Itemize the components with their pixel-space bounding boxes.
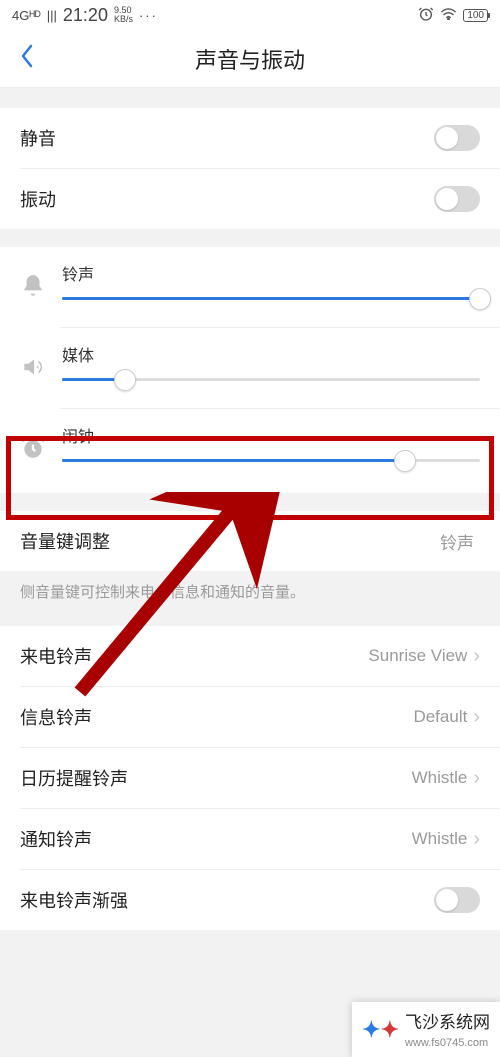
chevron-right-icon: › — [473, 706, 480, 729]
ascend-toggle[interactable] — [434, 887, 480, 913]
row-ascending-ringtone[interactable]: 来电铃声渐强 — [0, 870, 500, 930]
alarm-icon — [418, 6, 434, 25]
watermark-brand: 飞沙系统网 — [405, 1013, 490, 1032]
watermark-text: 飞沙系统网 www.fs0745.com — [405, 1008, 490, 1051]
volume-key-hint: 侧音量键可控制来电、信息和通知的音量。 — [0, 571, 500, 618]
page-title: 声音与振动 — [0, 43, 500, 75]
notify-label: 通知铃声 — [20, 826, 412, 852]
vibrate-toggle[interactable] — [434, 186, 480, 212]
status-bar: 4Gᴴᴰ ||| 21:20 9.50KB/s ··· 100 — [0, 0, 500, 30]
bell-icon — [14, 267, 52, 305]
watermark-url: www.fs0745.com — [405, 1037, 488, 1049]
section-ringtones: 来电铃声 Sunrise View › 信息铃声 Default › 日历提醒铃… — [0, 626, 500, 930]
header-bar: 声音与振动 — [0, 30, 500, 88]
slider-alarm-track[interactable] — [62, 459, 480, 462]
watermark: ✦✦ 飞沙系统网 www.fs0745.com — [352, 1002, 500, 1057]
calendar-label: 日历提醒铃声 — [20, 765, 412, 791]
slider-ring-fill — [62, 297, 480, 300]
incoming-value: Sunrise View — [368, 646, 467, 666]
slider-media-track[interactable] — [62, 378, 480, 381]
chevron-right-icon: › — [473, 767, 480, 790]
slider-ring-thumb[interactable] — [469, 288, 491, 310]
row-volume-key[interactable]: 音量键调整 铃声 — [0, 511, 500, 571]
back-button[interactable] — [12, 43, 42, 75]
slider-media: 媒体 — [0, 328, 500, 408]
watermark-logo-icon: ✦✦ — [362, 1017, 399, 1043]
speaker-icon — [14, 348, 52, 386]
message-value: Default — [413, 707, 467, 727]
volume-key-label: 音量键调整 — [20, 528, 440, 554]
slider-ring-track[interactable] — [62, 297, 480, 300]
signal-icon: ||| — [47, 8, 57, 23]
slider-alarm: 闹钟 — [0, 409, 500, 493]
row-incoming-ringtone[interactable]: 来电铃声 Sunrise View › — [0, 626, 500, 686]
chevron-right-icon: › — [473, 828, 480, 851]
message-label: 信息铃声 — [20, 704, 413, 730]
slider-alarm-label: 闹钟 — [62, 423, 480, 447]
slider-alarm-thumb[interactable] — [394, 450, 416, 472]
network-type: 4Gᴴᴰ — [12, 8, 41, 23]
section-volume-key: 音量键调整 铃声 — [0, 511, 500, 571]
wifi-icon — [440, 7, 457, 23]
status-right: 100 — [418, 6, 488, 25]
incoming-label: 来电铃声 — [20, 643, 368, 669]
slider-media-thumb[interactable] — [114, 369, 136, 391]
notify-value: Whistle — [412, 829, 468, 849]
chevron-right-icon: › — [473, 645, 480, 668]
section-toggles: 静音 振动 — [0, 108, 500, 229]
mute-label: 静音 — [20, 125, 434, 151]
more-dots: ··· — [139, 8, 158, 23]
slider-ring-label: 铃声 — [62, 261, 480, 285]
row-vibrate[interactable]: 振动 — [0, 169, 500, 229]
mute-toggle[interactable] — [434, 125, 480, 151]
slider-alarm-fill — [62, 459, 405, 462]
volume-key-value: 铃声 — [440, 529, 474, 554]
clock-icon — [14, 429, 52, 467]
row-calendar-ringtone[interactable]: 日历提醒铃声 Whistle › — [0, 748, 500, 808]
status-time: 21:20 — [63, 5, 108, 26]
status-left: 4Gᴴᴰ ||| 21:20 9.50KB/s ··· — [12, 5, 158, 26]
row-notify-ringtone[interactable]: 通知铃声 Whistle › — [0, 809, 500, 869]
calendar-value: Whistle — [412, 768, 468, 788]
vibrate-label: 振动 — [20, 186, 434, 212]
battery-icon: 100 — [463, 9, 488, 22]
slider-ring: 铃声 — [0, 247, 500, 327]
row-mute[interactable]: 静音 — [0, 108, 500, 168]
row-message-ringtone[interactable]: 信息铃声 Default › — [0, 687, 500, 747]
slider-media-label: 媒体 — [62, 342, 480, 366]
section-sliders: 铃声 媒体 闹钟 — [0, 247, 500, 493]
ascend-label: 来电铃声渐强 — [20, 887, 434, 913]
net-speed: 9.50KB/s — [114, 6, 133, 24]
